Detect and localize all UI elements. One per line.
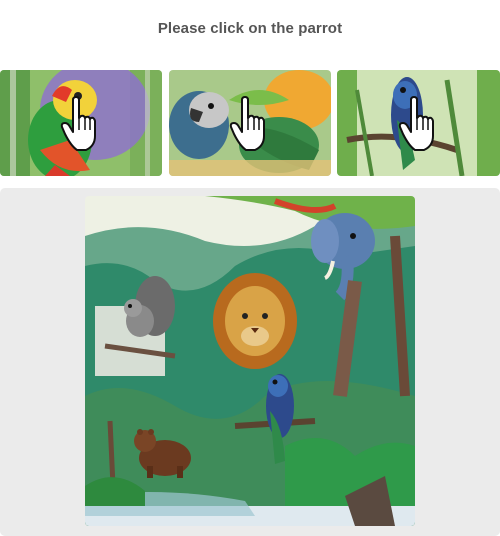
hand-pointer-icon — [60, 96, 96, 151]
example-image-1 — [0, 70, 162, 176]
hand-pointer-icon — [398, 96, 434, 151]
hand-pointer-icon — [229, 96, 265, 151]
jungle-scene-illustration — [85, 196, 415, 526]
example-image-2 — [169, 70, 331, 176]
lion-figure — [213, 273, 297, 369]
challenge-image[interactable] — [85, 196, 415, 526]
example-image-3 — [337, 70, 500, 176]
instruction-text: Please click on the parrot — [157, 20, 343, 37]
example-images-row — [0, 70, 500, 176]
challenge-panel — [0, 188, 500, 536]
